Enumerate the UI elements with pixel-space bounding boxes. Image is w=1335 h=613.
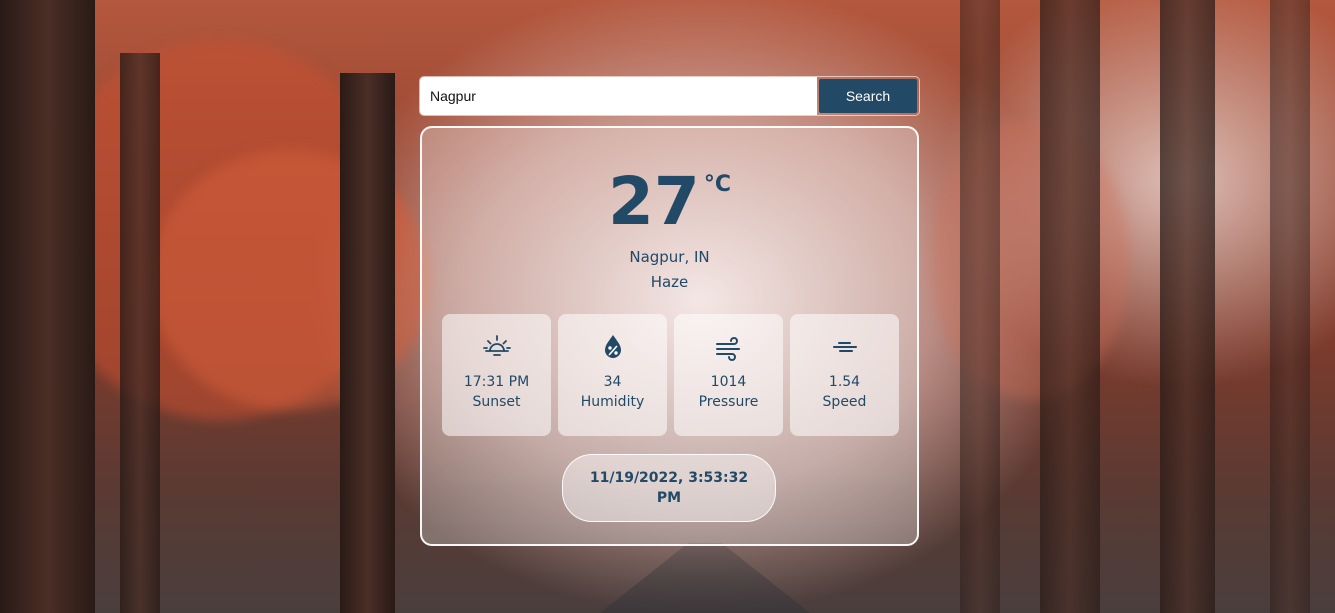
tree-trunk bbox=[1040, 0, 1100, 613]
tree-trunk bbox=[1270, 0, 1310, 613]
stat-card-sunset: 17:31 PM Sunset bbox=[442, 314, 551, 436]
stat-card-pressure: 1014 Pressure bbox=[674, 314, 783, 436]
humidity-value: 34 bbox=[603, 374, 622, 390]
pressure-value: 1014 bbox=[710, 374, 747, 390]
datetime-display: 11/19/2022, 3:53:32 PM bbox=[562, 454, 776, 522]
tree-trunk bbox=[1160, 0, 1215, 613]
weather-stats: 17:31 PM Sunset 34 Humidity 1014 Pressur… bbox=[442, 314, 899, 436]
sunset-label: Sunset bbox=[472, 394, 521, 410]
railway-track bbox=[600, 543, 810, 613]
pressure-icon bbox=[715, 337, 740, 361]
temperature-value: 27 bbox=[607, 163, 700, 240]
tree-trunk bbox=[340, 73, 395, 613]
city-search-input[interactable] bbox=[420, 77, 817, 115]
humidity-icon bbox=[604, 335, 621, 358]
stat-card-humidity: 34 Humidity bbox=[558, 314, 667, 436]
tree-trunk bbox=[960, 0, 1000, 613]
temperature-unit: °C bbox=[703, 172, 731, 197]
tree-trunk bbox=[0, 0, 95, 613]
search-button[interactable]: Search bbox=[819, 79, 917, 113]
wind-speed-icon bbox=[832, 342, 857, 352]
humidity-label: Humidity bbox=[580, 394, 645, 410]
search-bar: Search bbox=[420, 77, 919, 115]
wind-speed-value: 1.54 bbox=[828, 374, 861, 390]
temperature-display: 27 °C bbox=[422, 164, 917, 240]
stat-card-wind-speed: 1.54 Speed bbox=[790, 314, 899, 436]
weather-condition: Haze bbox=[650, 273, 689, 291]
pressure-label: Pressure bbox=[698, 394, 759, 410]
weather-card: 27 °C Nagpur, IN Haze 17:31 PM Sunset 34… bbox=[420, 126, 919, 546]
tree-trunk bbox=[120, 53, 160, 613]
location-label: Nagpur, IN bbox=[629, 248, 710, 266]
wind-speed-label: Speed bbox=[822, 394, 867, 410]
sunset-time: 17:31 PM bbox=[463, 374, 530, 390]
sunset-icon bbox=[482, 335, 511, 356]
